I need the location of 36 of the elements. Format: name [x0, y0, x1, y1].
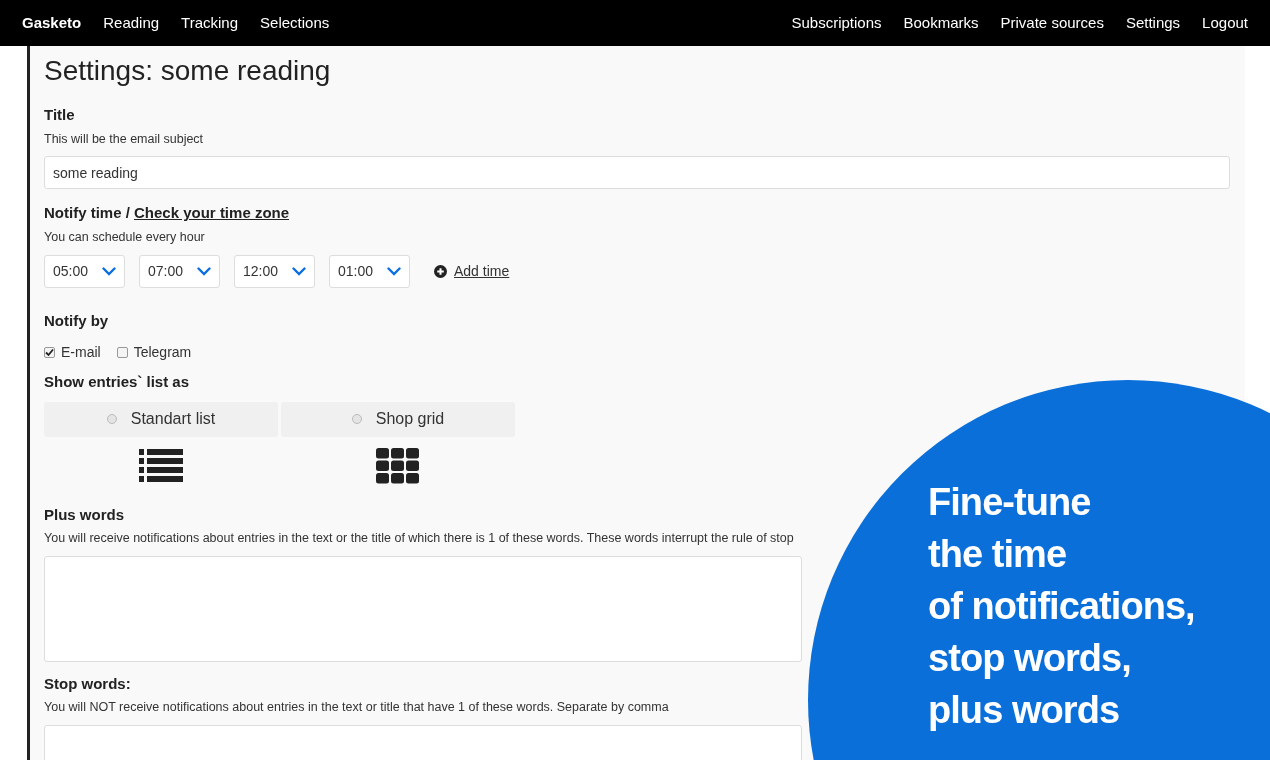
promo-text: plus words [928, 688, 1120, 733]
view-option[interactable]: Standart list [44, 401, 278, 437]
field-label: Plus words [44, 504, 125, 525]
checkbox-label: Telegram [133, 343, 192, 362]
checkbox-label: E-mail [61, 343, 101, 362]
nav-link[interactable]: Bookmarks [903, 11, 979, 35]
time-select[interactable]: 05:00 [44, 254, 125, 288]
field-label: Show entries` list as [44, 372, 190, 392]
field-hint: You will NOT receive notifications about entries in the text or title that have 1 of these words. Separate by comma [44, 699, 669, 717]
nav-link[interactable]: Logout [1202, 11, 1248, 35]
add-time-link[interactable]: Add time [454, 260, 510, 282]
promo-text: the time [928, 532, 1067, 577]
field-label: Title [44, 105, 75, 125]
field-hint: You can schedule every hour [44, 228, 205, 246]
field-hint: This will be the email subject [44, 130, 204, 148]
nav-link[interactable]: Private sources [1000, 11, 1104, 35]
time-select[interactable]: 12:00 [234, 254, 315, 288]
promo-text: Fine-tune [928, 480, 1091, 525]
field-hint: You will receive notifications about entries in the text or the title of which there is 1 of these words. These words interrupt the rule of stop [44, 530, 794, 547]
promo-text: of notifications, [928, 584, 1195, 629]
field-label: Notify time / [44, 203, 131, 224]
nav-link[interactable]: Selections [260, 11, 330, 35]
page-title: Settings: some reading [44, 54, 332, 88]
nav-link[interactable]: Reading [103, 11, 160, 35]
time-select[interactable]: 01:00 [329, 254, 410, 288]
time-zone-link[interactable]: Check your time zone [134, 202, 290, 225]
time-select[interactable]: 07:00 [139, 254, 220, 288]
title-input[interactable]: some reading [44, 156, 1230, 190]
field-label: Notify by [44, 310, 109, 331]
nav-link[interactable]: Subscriptions [791, 11, 882, 35]
view-option[interactable]: Shop grid [281, 401, 515, 437]
brand-link[interactable]: Gasketo [22, 11, 82, 35]
nav-link[interactable]: Tracking [181, 11, 239, 35]
nav-link[interactable]: Settings [1125, 11, 1181, 35]
promo-text: stop words, [928, 636, 1131, 681]
field-label: Stop words: [44, 673, 131, 694]
